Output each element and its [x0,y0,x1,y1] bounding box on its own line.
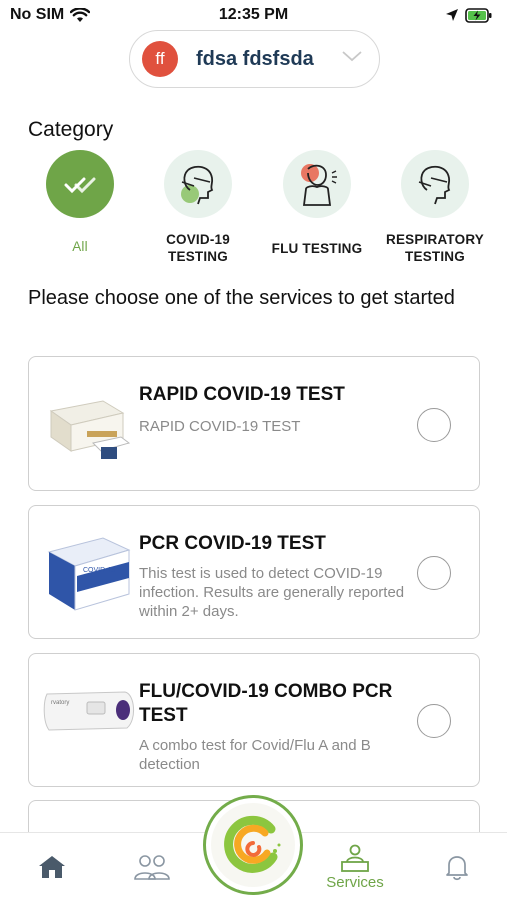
battery-charging-icon [465,7,492,23]
carrier-label: No SIM [10,6,65,23]
app-logo [211,803,295,887]
service-description: This test is used to detect COVID-19 inf… [139,565,405,620]
category-heading: Category [28,118,114,141]
svg-text:rvatory: rvatory [51,700,69,706]
people-icon [134,855,170,880]
category-circle [401,150,469,218]
nav-services-label: Services [326,873,384,891]
app-logo-icon [224,815,281,873]
service-prompt: Please choose one of the services to get… [28,287,455,309]
bell-icon [446,856,468,881]
rapid-test-kit-image [49,400,131,459]
nav-home[interactable] [17,833,87,900]
service-description: RAPID COVID-19 TEST [139,418,301,435]
service-title: PCR COVID-19 TEST [139,533,326,554]
chevron-down-icon [342,51,362,62]
category-label: FLU TESTING [271,241,363,256]
avatar: ff [142,41,178,77]
service-radio[interactable] [417,408,451,442]
profile-name: fdsa fdsfsda [196,47,314,70]
category-list: All COVID-19 TESTING FLU TESTING RESPIRA… [0,150,507,270]
service-card-flu-covid-combo[interactable]: rvatory FLU/COVID-19 COMBO PCR TEST A co… [28,653,480,787]
services-icon [341,844,369,872]
nav-notifications[interactable] [422,833,492,900]
service-radio[interactable] [417,704,451,738]
category-label: RESPIRATORY TESTING [386,232,484,264]
service-radio[interactable] [417,556,451,590]
service-title: FLU/COVID-19 COMBO PCR TEST [139,681,393,726]
category-label: All [72,239,88,254]
category-circle [283,150,351,218]
home-icon [39,856,65,878]
location-arrow-icon [446,9,458,21]
wifi-icon [70,7,91,22]
service-description: A combo test for Covid/Flu A and B detec… [139,737,371,773]
center-action-button[interactable] [203,795,303,895]
checkmark-icon [64,177,96,194]
category-covid-testing[interactable]: COVID-19 TESTING [143,150,253,265]
face-profile-icon [418,165,451,205]
category-all[interactable]: All [25,150,135,255]
category-label: COVID-19 TESTING [166,232,230,264]
svg-text:COVID-19: COVID-19 [83,567,115,574]
category-all-circle [46,150,114,218]
profile-selector[interactable]: ff fdsa fdsfsda [129,30,380,88]
nav-people[interactable] [117,833,187,900]
sick-person-icon [301,164,337,206]
category-flu-testing[interactable]: FLU TESTING [262,150,372,257]
service-card-pcr-covid[interactable]: COVID-19 PCR COVID-19 TEST This test is … [28,505,480,639]
service-card-rapid-covid[interactable]: RAPID COVID-19 TEST RAPID COVID-19 TEST [28,356,480,491]
status-bar: No SIM [0,0,507,30]
service-title: RAPID COVID-19 TEST [139,384,345,405]
category-respiratory-testing[interactable]: RESPIRATORY TESTING [380,150,490,265]
pcr-test-kit-image: COVID-19 [47,537,131,611]
category-circle [164,150,232,218]
face-swab-icon [181,165,214,205]
nav-services[interactable]: Services [320,833,390,900]
combo-test-cassette-image: rvatory [43,691,134,731]
